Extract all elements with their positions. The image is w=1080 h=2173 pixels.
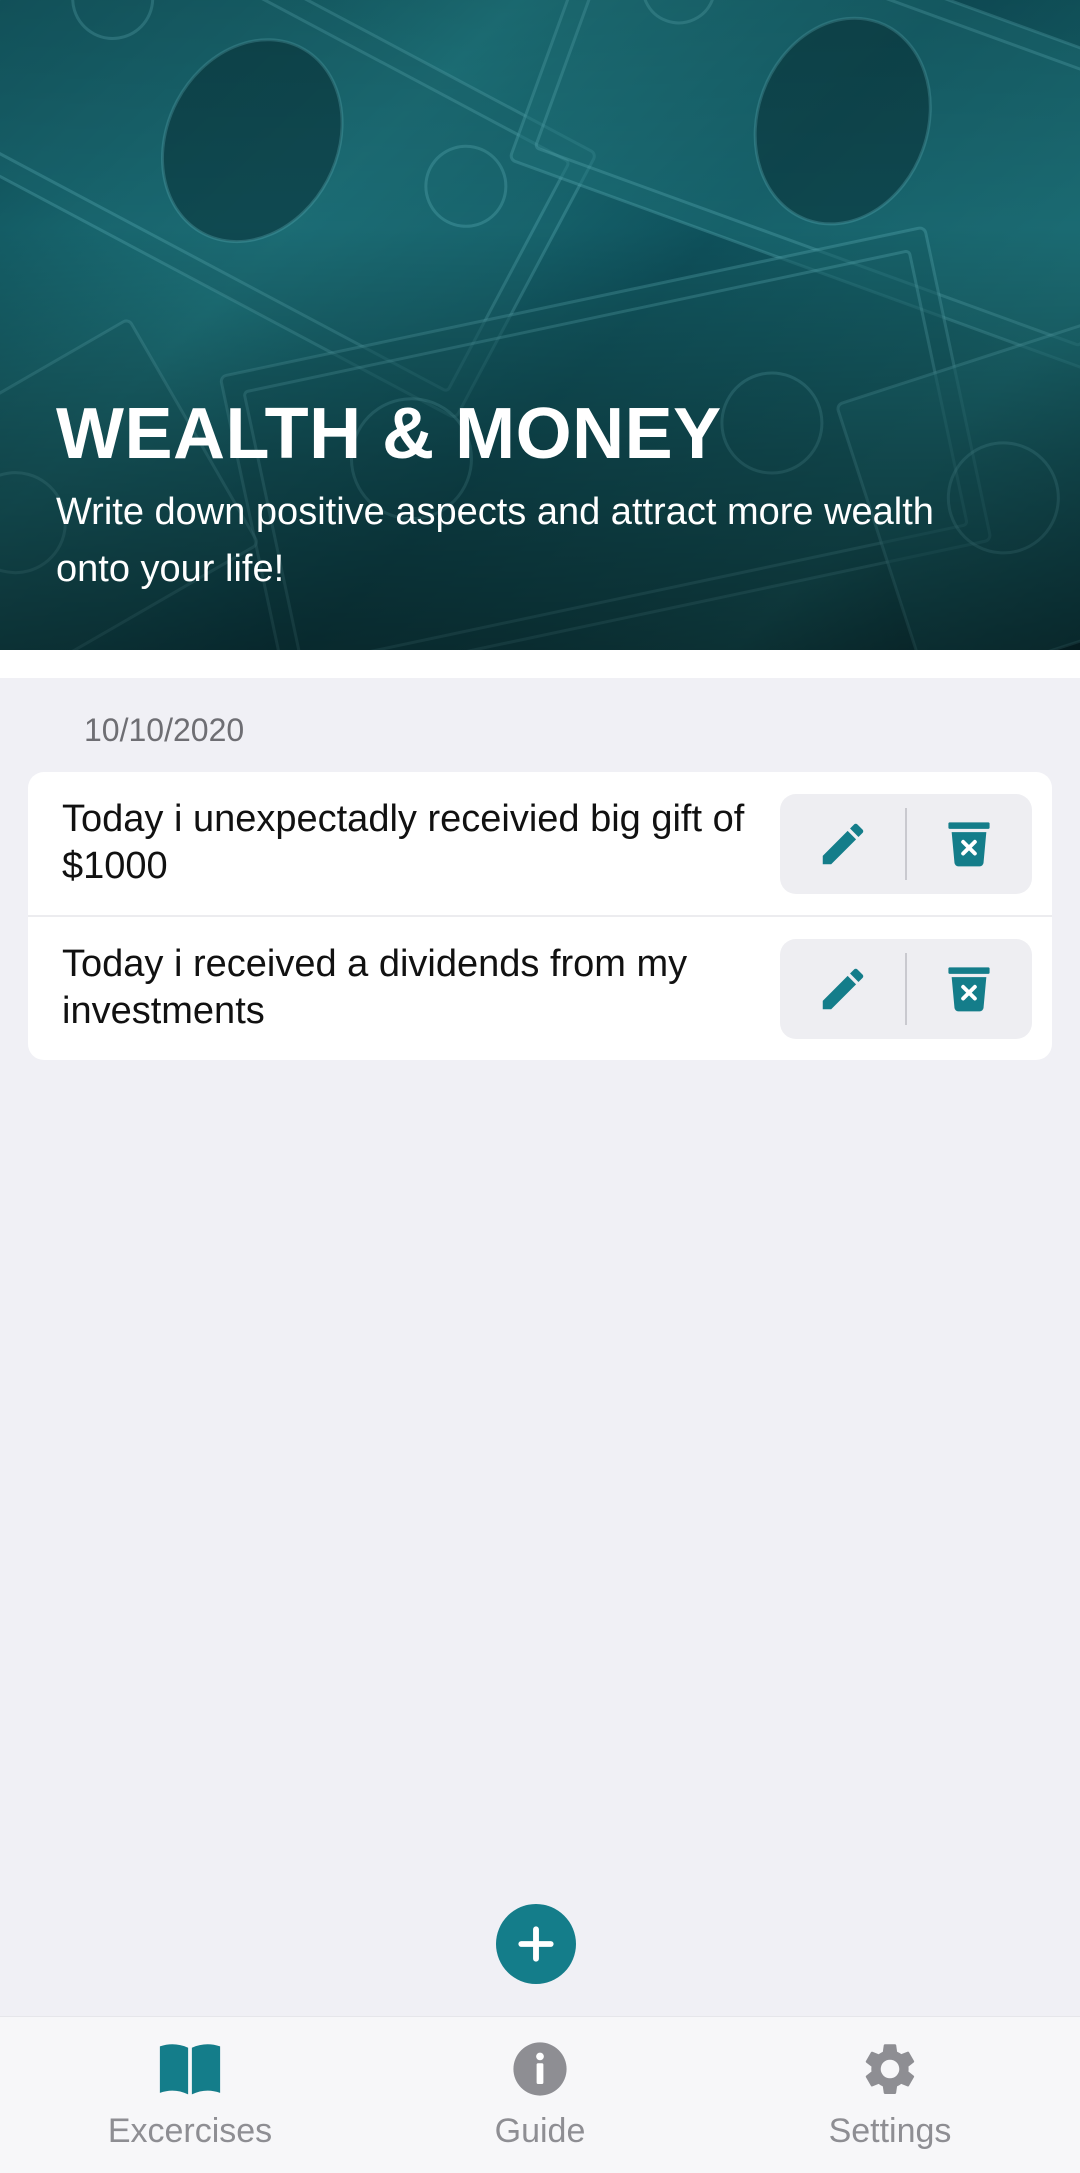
banner-separator xyxy=(0,650,1080,678)
list-item: Today i received a dividends from my inv… xyxy=(28,915,1052,1060)
page-title: WEALTH & MONEY xyxy=(56,394,722,474)
nav-item-settings[interactable]: Settings xyxy=(750,2037,1030,2157)
plus-icon xyxy=(518,1926,554,1962)
entry-actions xyxy=(780,794,1032,894)
pencil-icon xyxy=(822,823,864,865)
book-icon xyxy=(158,2037,222,2101)
gear-icon xyxy=(858,2037,922,2101)
edit-button[interactable] xyxy=(780,794,906,894)
nav-label: Settings xyxy=(828,2112,952,2150)
add-entry-button[interactable] xyxy=(496,1904,576,1984)
entries-list: Today i unexpectadly receivied big gift … xyxy=(28,772,1052,1060)
pencil-icon xyxy=(822,968,864,1010)
entry-actions xyxy=(780,939,1032,1039)
page-subtitle: Write down positive aspects and attract … xyxy=(56,491,934,590)
entry-text: Today i unexpectadly receivied big gift … xyxy=(62,798,745,887)
entry-text: Today i received a dividends from my inv… xyxy=(62,943,688,1032)
nav-item-excercises[interactable]: Excercises xyxy=(50,2037,330,2157)
nav-item-guide[interactable]: Guide xyxy=(400,2037,680,2157)
list-item: Today i unexpectadly receivied big gift … xyxy=(28,772,1052,915)
bottom-navigation: Excercises Guide Settings xyxy=(0,2016,1080,2173)
nav-label: Guide xyxy=(494,2112,586,2150)
info-icon xyxy=(508,2037,572,2101)
delete-button[interactable] xyxy=(906,794,1032,894)
header-banner: WEALTH & MONEY Write down positive aspec… xyxy=(0,0,1080,650)
trash-icon xyxy=(948,967,990,1012)
entry-date: 10/10/2020 xyxy=(84,712,245,748)
trash-icon xyxy=(948,822,990,867)
nav-label: Excercises xyxy=(107,2112,273,2150)
edit-button[interactable] xyxy=(780,939,906,1039)
delete-button[interactable] xyxy=(906,939,1032,1039)
